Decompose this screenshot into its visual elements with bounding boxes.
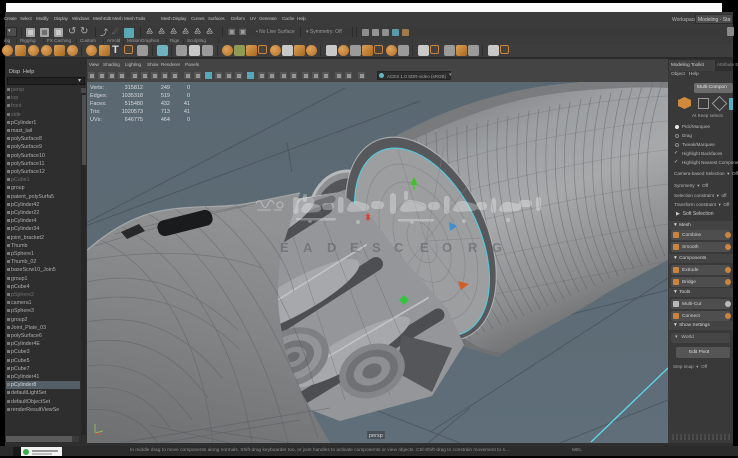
svg-text:432: 432 [161,101,170,107]
svg-text:0: 0 [187,117,190,123]
svg-text:713: 713 [161,109,170,115]
svg-text:O: O [442,240,452,255]
svg-text:519: 519 [161,93,170,99]
svg-text:646775: 646775 [125,117,143,123]
svg-text:Faces:: Faces: [90,101,107,107]
svg-text:Edges:: Edges: [90,93,108,99]
svg-text:41: 41 [184,101,190,107]
svg-text:R: R [468,240,478,255]
svg-text:UVs:: UVs: [90,117,102,123]
svg-text:A: A [303,240,313,255]
svg-text:D: D [327,240,336,255]
svg-text:S: S [372,240,381,255]
svg-text:C: C [394,240,404,255]
svg-text:E: E [420,240,429,255]
svg-text:E: E [280,240,289,255]
svg-text:1035318: 1035318 [122,93,143,99]
svg-text:464: 464 [161,117,170,123]
svg-text:persp: persp [369,433,383,439]
svg-text:515480: 515480 [125,101,143,107]
svg-text:41: 41 [184,109,190,115]
svg-text:Tris:: Tris: [90,109,101,115]
svg-text:E: E [350,240,359,255]
svg-text:1020573: 1020573 [122,109,143,115]
svg-text:0: 0 [187,85,190,91]
svg-text:Verts:: Verts: [90,85,105,91]
svg-text:G: G [492,240,502,255]
svg-text:0: 0 [187,93,190,99]
svg-text:315812: 315812 [125,85,143,91]
svg-text:249: 249 [161,85,170,91]
